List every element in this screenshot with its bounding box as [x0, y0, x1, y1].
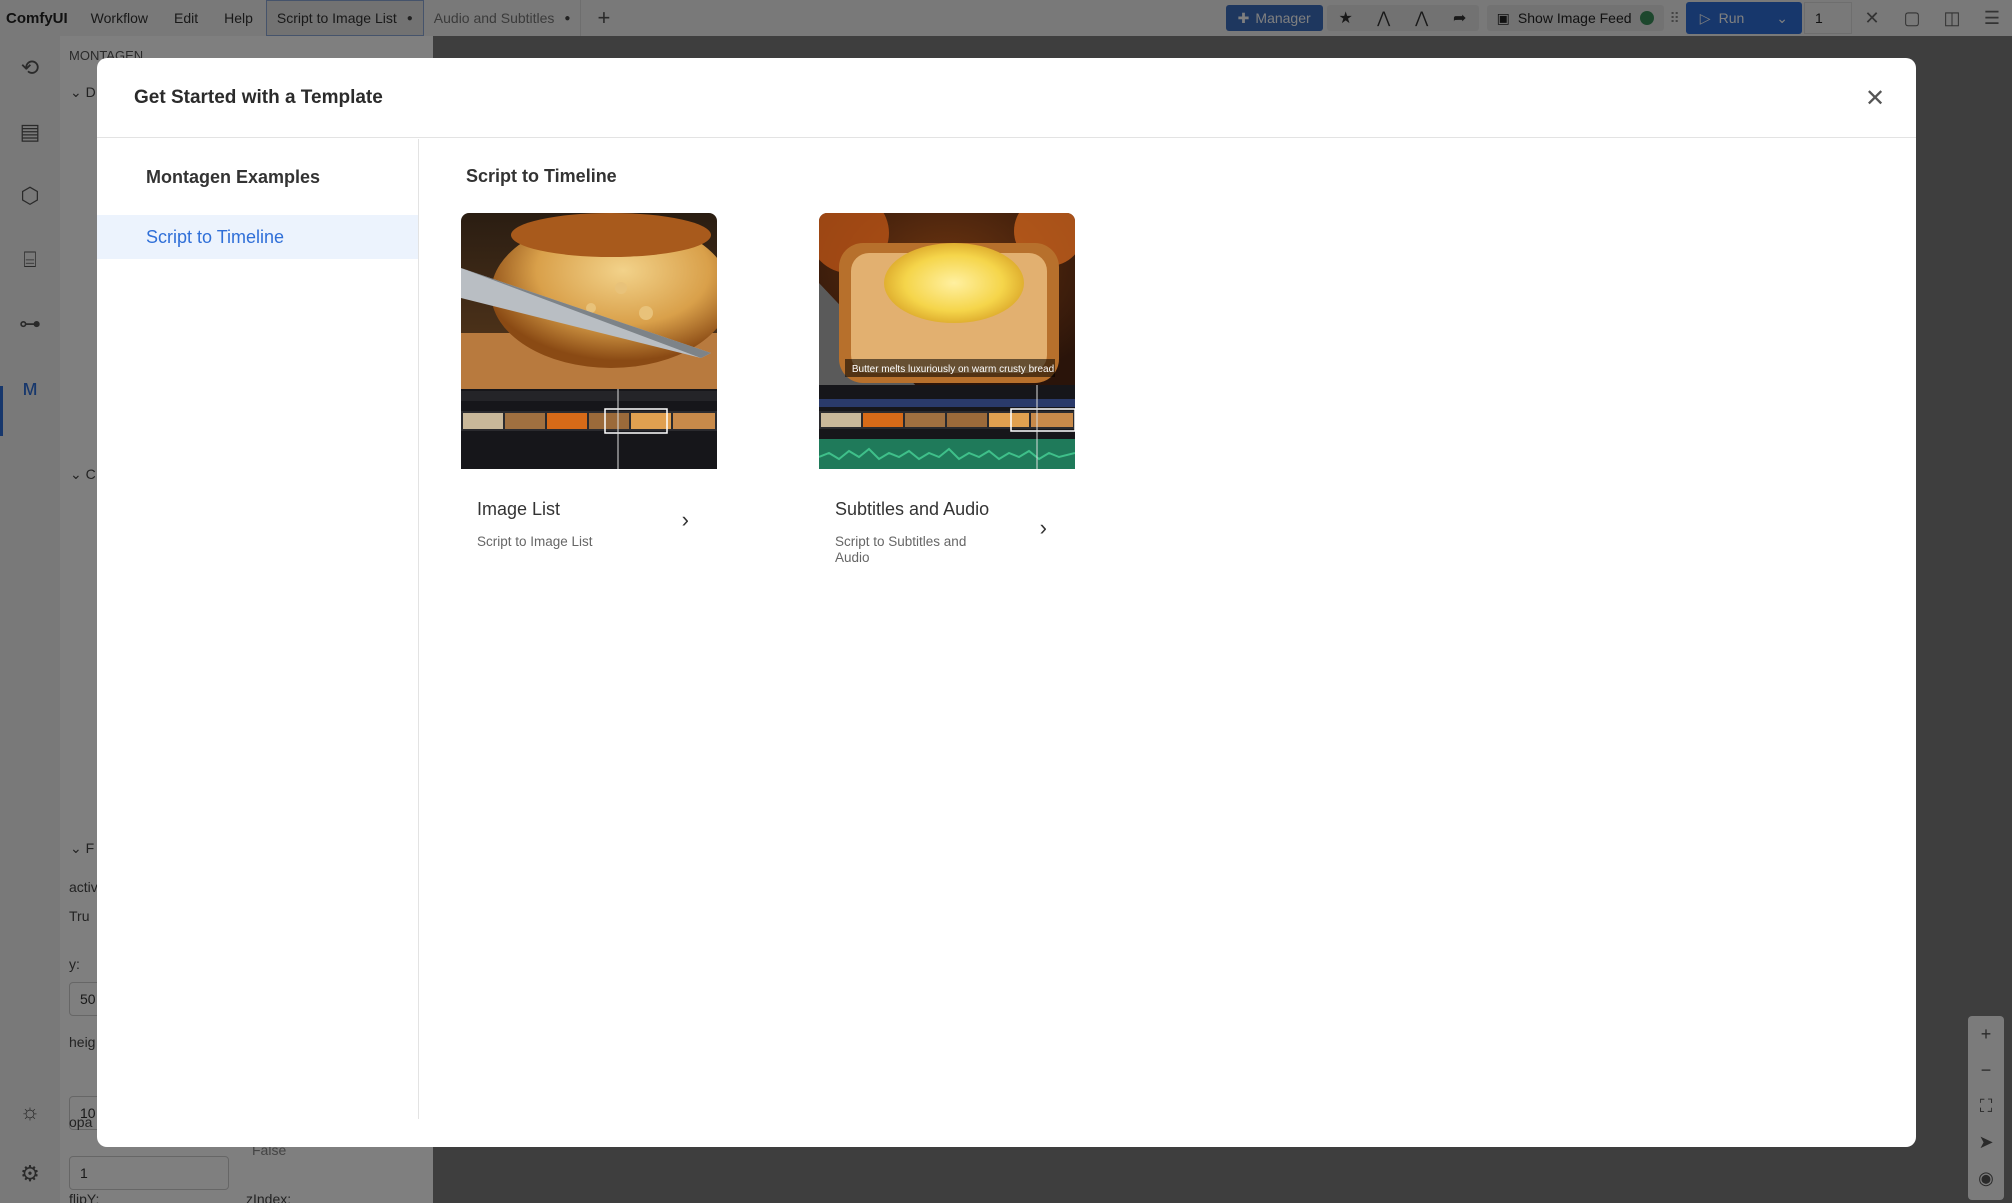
thumbnail-caption: Butter melts luxuriously on warm crusty …	[852, 364, 1054, 375]
card-title: Subtitles and Audio	[835, 499, 990, 519]
template-card-image-list[interactable]: Image List Script to Image List ›	[461, 213, 717, 579]
card-description: Script to Subtitles and Audio	[835, 534, 967, 565]
dialog-body: Montagen Examples Script to Timeline Scr…	[97, 139, 1916, 1147]
template-dialog: Get Started with a Template ✕ Montagen E…	[97, 58, 1916, 1147]
template-card-subtitles-and-audio[interactable]: Butter melts luxuriously on warm crusty …	[819, 213, 1075, 579]
dialog-title: Get Started with a Template	[134, 86, 383, 108]
close-icon[interactable]: ✕	[1864, 87, 1886, 111]
card-title: Image List	[477, 499, 561, 519]
card-info: Image List Script to Image List ›	[461, 469, 717, 579]
chevron-right-icon[interactable]: ›	[1040, 515, 1047, 541]
template-grid: Script to Timeline Image List Script to …	[419, 139, 1916, 1147]
category-item-script-to-timeline[interactable]: Script to Timeline	[97, 215, 418, 259]
template-category-sidebar: Montagen Examples Script to Timeline	[97, 139, 419, 1119]
chevron-right-icon[interactable]: ›	[682, 507, 689, 533]
bread-slicing-thumbnail	[461, 213, 717, 469]
card-description: Script to Image List	[477, 534, 593, 549]
card-info: Subtitles and Audio Script to Subtitles …	[819, 469, 1075, 579]
category-label: Script to Timeline	[146, 226, 285, 247]
section-title: Script to Timeline	[466, 166, 617, 186]
category-heading: Montagen Examples	[146, 167, 321, 187]
butter-toast-thumbnail: Butter melts luxuriously on warm crusty …	[819, 213, 1075, 469]
dialog-header: Get Started with a Template	[97, 58, 1916, 138]
